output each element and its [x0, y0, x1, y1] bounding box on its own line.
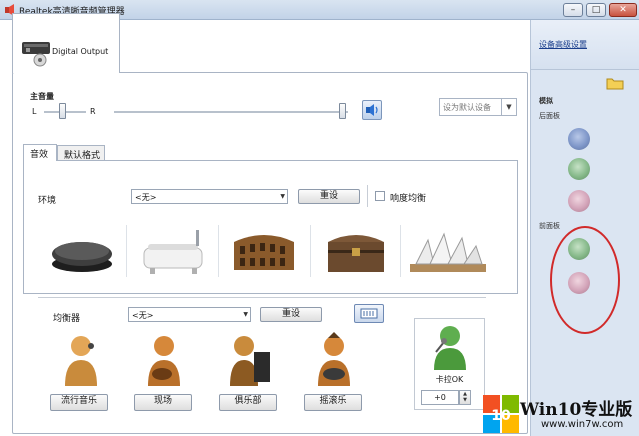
maximize-button[interactable]: □	[586, 3, 606, 17]
equalizer-selected-value: <无>	[132, 311, 154, 320]
equalizer-icon	[360, 308, 378, 319]
environment-preset-chest[interactable]	[318, 220, 394, 282]
karaoke-singer-icon	[434, 326, 466, 370]
chevron-down-icon: ▼	[243, 311, 248, 318]
karaoke-label: 卡拉OK	[435, 375, 464, 384]
back-panel-label: 后面板	[539, 112, 560, 120]
divider	[38, 297, 486, 298]
balance-right-label: R	[90, 107, 96, 116]
volume-slider-track	[114, 111, 348, 113]
environment-select[interactable]: <无> ▼	[131, 189, 288, 204]
environment-preset-bathtub[interactable]	[136, 220, 212, 282]
divider	[126, 225, 127, 277]
close-button[interactable]: ✕	[609, 3, 637, 17]
realtek-audio-manager-window: Realtek高清晰音频管理器 – □ ✕ Digital Output 主音量…	[0, 0, 639, 436]
graphic-equalizer-button[interactable]	[354, 304, 384, 323]
main-volume-label: 主音量	[30, 92, 54, 101]
equalizer-reset-button[interactable]: 重设	[260, 307, 322, 322]
tab-sound-effects[interactable]: 音效	[23, 144, 57, 161]
minimize-button[interactable]: –	[563, 3, 583, 17]
club-pianist-icon	[230, 336, 270, 386]
digital-output-device-icon	[22, 42, 50, 67]
environment-preset-stone[interactable]	[44, 220, 120, 282]
tab-default-format[interactable]: 默认格式	[57, 145, 105, 161]
watermark-url: www.win7w.com	[541, 419, 624, 430]
loudness-equalization-label: 响度均衡	[390, 194, 427, 204]
environment-label: 环境	[38, 196, 57, 206]
divider	[310, 225, 311, 277]
live-guitarist-icon	[148, 336, 180, 386]
advanced-device-settings-link[interactable]: 设备高级设置	[539, 39, 587, 50]
rock-guitarist-icon	[318, 332, 350, 386]
speaker-icon	[366, 104, 378, 116]
divider	[367, 185, 368, 207]
chevron-down-icon: ▼	[280, 193, 285, 200]
divider	[400, 225, 401, 277]
genre-rock-button[interactable]: 摇滚乐	[304, 394, 362, 411]
environment-preset-colosseum[interactable]	[226, 220, 302, 282]
equalizer-label: 均衡器	[53, 314, 81, 324]
environment-selected-value: <无>	[135, 193, 157, 202]
divider	[218, 225, 219, 277]
pop-singer-icon	[65, 336, 97, 386]
balance-left-label: L	[32, 107, 37, 116]
front-panel-label: 前面板	[539, 222, 560, 230]
mute-button[interactable]	[362, 100, 382, 120]
chevron-down-icon[interactable]: ▼	[501, 99, 516, 115]
genre-pop-button[interactable]: 流行音乐	[50, 394, 108, 411]
watermark-title: Win10专业版	[520, 400, 633, 420]
front-panel-highlight-circle	[550, 226, 620, 334]
back-jack-blue[interactable]	[568, 128, 590, 150]
equalizer-select[interactable]: <无> ▼	[128, 307, 251, 322]
karaoke-pitch-stepper[interactable]: ▲ ▼	[459, 390, 471, 405]
analog-section-label: 模拟	[539, 97, 553, 105]
win10-logo-icon: 10	[483, 395, 519, 433]
environment-reset-button[interactable]: 重设	[298, 189, 360, 204]
back-jack-pink[interactable]	[568, 190, 590, 212]
balance-slider-thumb[interactable]	[59, 103, 66, 119]
device-tab-label: Digital Output	[52, 47, 109, 56]
loudness-equalization-checkbox[interactable]	[375, 191, 385, 201]
volume-slider-thumb[interactable]	[339, 103, 346, 119]
genre-live-button[interactable]: 现场	[134, 394, 192, 411]
svg-text:10: 10	[491, 408, 511, 424]
genre-club-button[interactable]: 俱乐部	[219, 394, 277, 411]
environment-preset-opera-house[interactable]	[406, 220, 490, 282]
back-jack-green[interactable]	[568, 158, 590, 180]
folder-icon[interactable]	[606, 76, 624, 90]
karaoke-pitch-input[interactable]: +0	[421, 390, 459, 405]
